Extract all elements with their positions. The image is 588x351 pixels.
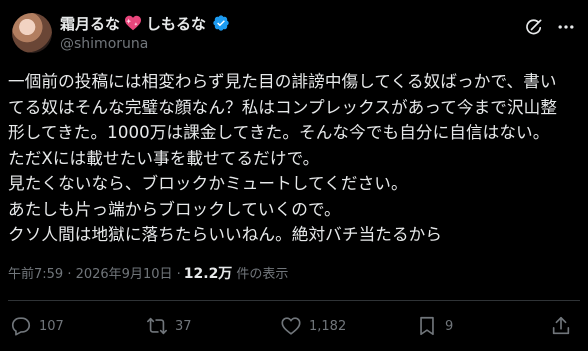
like-button[interactable]: 1,182 (280, 315, 346, 337)
like-count: 1,182 (309, 318, 347, 334)
grok-icon[interactable] (524, 17, 544, 37)
avatar[interactable] (12, 13, 52, 53)
share-button[interactable] (550, 315, 572, 337)
reply-icon (11, 317, 31, 336)
like-icon (281, 317, 301, 335)
verified-badge-icon (213, 15, 229, 31)
more-icon[interactable] (556, 17, 576, 37)
views-label: 件の表示 (236, 267, 289, 282)
reply-count: 107 (39, 318, 64, 334)
display-name-part2[interactable]: しもるな (146, 13, 206, 34)
bookmark-button[interactable]: 9 (416, 315, 453, 337)
repost-icon (147, 317, 167, 335)
bookmark-icon (420, 316, 434, 336)
action-bar: 107 37 1,182 9 (8, 315, 580, 339)
post-header: 霜月るな しもるな @shimoruna (60, 12, 230, 56)
post: 霜月るな しもるな @shimoruna 一個前の投稿には相変わらず見た目の誹謗… (0, 0, 588, 351)
share-icon (552, 316, 570, 335)
user-handle[interactable]: @shimoruna (60, 36, 230, 52)
post-timestamp[interactable]: 午前7:59 · 2026年9月10日 · (8, 263, 181, 282)
post-text: 一個前の投稿には相変わらず見た目の誹謗中傷してくる奴ばっかで、書い てる奴はそん… (8, 72, 558, 244)
post-meta: 午前7:59 · 2026年9月10日 · 12.2万 件の表示 (8, 263, 288, 283)
bookmark-count: 9 (445, 318, 454, 334)
reply-button[interactable]: 107 (10, 315, 64, 337)
sparkling-heart-icon (125, 15, 142, 31)
display-name-part1[interactable]: 霜月るな (60, 13, 120, 34)
divider (8, 300, 580, 301)
repost-button[interactable]: 37 (146, 315, 192, 337)
repost-count: 37 (175, 318, 192, 334)
views-count: 12.2万 (183, 266, 233, 282)
name-row: 霜月るな しもるな (60, 12, 230, 34)
